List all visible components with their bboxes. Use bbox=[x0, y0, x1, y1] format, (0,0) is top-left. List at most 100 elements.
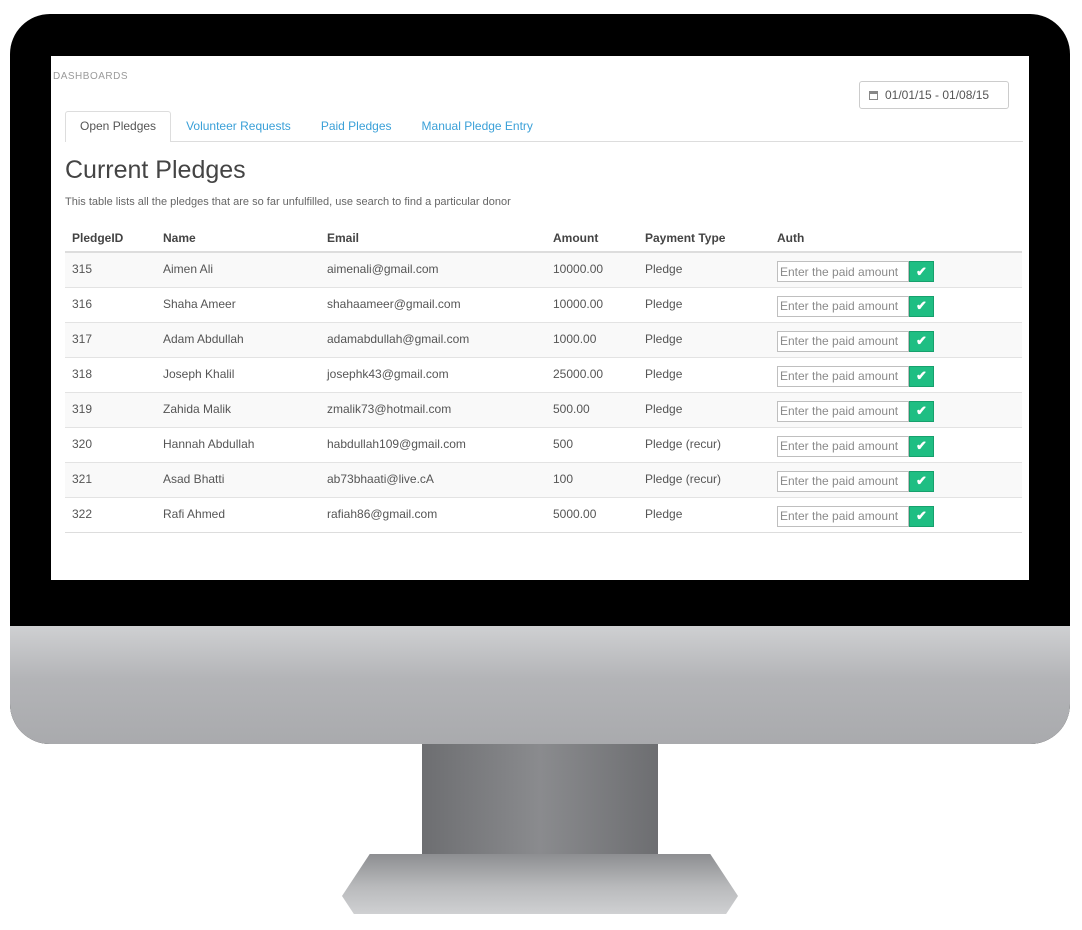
monitor-stand-neck bbox=[422, 744, 658, 864]
confirm-payment-button[interactable]: ✔ bbox=[909, 330, 934, 352]
cell-auth: ✔ bbox=[770, 391, 1022, 427]
confirm-payment-button[interactable]: ✔ bbox=[909, 400, 934, 422]
tab-bar: Open Pledges Volunteer Requests Paid Ple… bbox=[65, 111, 1023, 142]
cell-auth: ✔ bbox=[770, 356, 1022, 392]
cell-amount: 500 bbox=[546, 426, 638, 462]
table-body: 315 Aimen Ali aimenali@gmail.com 10000.00 Pl… bbox=[65, 251, 1022, 533]
auth-control: ✔ bbox=[777, 505, 1022, 527]
paid-amount-input[interactable] bbox=[777, 365, 909, 387]
cell-amount: 100 bbox=[546, 461, 638, 497]
table-row: 316 Shaha Ameer shahaameer@gmail.com 10000.… bbox=[65, 286, 1022, 322]
cell-payment-type: Pledge bbox=[638, 286, 770, 322]
confirm-payment-button[interactable]: ✔ bbox=[909, 505, 934, 527]
paid-amount-input[interactable] bbox=[777, 261, 909, 282]
table-row: 317 Adam Abdullah adamabdullah@gmail.com 10… bbox=[65, 321, 1022, 357]
confirm-payment-button[interactable]: ✔ bbox=[909, 435, 934, 457]
column-header-pledgeid[interactable]: PledgeID bbox=[65, 224, 156, 253]
auth-control: ✔ bbox=[777, 470, 1022, 492]
paid-amount-input[interactable] bbox=[777, 330, 909, 352]
cell-email: habdullah109@gmail.com bbox=[320, 426, 546, 462]
cell-name: Zahida Malik bbox=[156, 391, 320, 427]
table-row: 322 Rafi Ahmed rafiah86@gmail.com 5000.00 Pl… bbox=[65, 496, 1022, 533]
paid-amount-input[interactable] bbox=[777, 295, 909, 317]
cell-email: adamabdullah@gmail.com bbox=[320, 321, 546, 357]
tab-manual-pledge-entry[interactable]: Manual Pledge Entry bbox=[407, 111, 548, 141]
cell-auth: ✔ bbox=[770, 286, 1022, 322]
cell-auth: ✔ bbox=[770, 496, 1022, 533]
check-icon: ✔ bbox=[916, 508, 927, 523]
tab-volunteer-requests[interactable]: Volunteer Requests bbox=[171, 111, 306, 141]
column-header-payment-type[interactable]: Payment Type bbox=[638, 224, 770, 253]
column-header-amount[interactable]: Amount bbox=[546, 224, 638, 253]
calendar-icon bbox=[869, 90, 878, 100]
cell-auth: ✔ bbox=[770, 426, 1022, 462]
cell-amount: 25000.00 bbox=[546, 356, 638, 392]
cell-auth: ✔ bbox=[770, 251, 1022, 287]
cell-payment-type: Pledge bbox=[638, 251, 770, 287]
cell-amount: 500.00 bbox=[546, 391, 638, 427]
cell-amount: 1000.00 bbox=[546, 321, 638, 357]
check-icon: ✔ bbox=[916, 298, 927, 313]
cell-name: Joseph Khalil bbox=[156, 356, 320, 392]
cell-payment-type: Pledge bbox=[638, 391, 770, 427]
table-row: 318 Joseph Khalil josephk43@gmail.com 25000… bbox=[65, 356, 1022, 392]
auth-control: ✔ bbox=[777, 330, 1022, 352]
auth-control: ✔ bbox=[777, 400, 1022, 422]
cell-email: ab73bhaati@live.cA bbox=[320, 461, 546, 497]
table-row: 320 Hannah Abdullah habdullah109@gmail.com… bbox=[65, 426, 1022, 462]
cell-amount: 5000.00 bbox=[546, 496, 638, 533]
check-icon: ✔ bbox=[916, 333, 927, 348]
cell-name: Asad Bhatti bbox=[156, 461, 320, 497]
monitor-stand-base bbox=[342, 854, 738, 914]
confirm-payment-button[interactable]: ✔ bbox=[909, 470, 934, 492]
cell-name: Shaha Ameer bbox=[156, 286, 320, 322]
page-description: This table lists all the pledges that ar… bbox=[65, 196, 511, 208]
cell-name: Rafi Ahmed bbox=[156, 496, 320, 533]
auth-control: ✔ bbox=[777, 295, 1022, 317]
cell-payment-type: Pledge (recur) bbox=[638, 426, 770, 462]
cell-pledgeid: 322 bbox=[65, 496, 156, 533]
confirm-payment-button[interactable]: ✔ bbox=[909, 365, 934, 387]
auth-control: ✔ bbox=[777, 365, 1022, 387]
cell-auth: ✔ bbox=[770, 461, 1022, 497]
paid-amount-input[interactable] bbox=[777, 505, 909, 527]
table-header-row: PledgeID Name Email Amount Payment Type … bbox=[65, 224, 1022, 253]
cell-email: aimenali@gmail.com bbox=[320, 251, 546, 287]
table-row: 315 Aimen Ali aimenali@gmail.com 10000.00 Pl… bbox=[65, 251, 1022, 287]
cell-pledgeid: 320 bbox=[65, 426, 156, 462]
table-row: 319 Zahida Malik zmalik73@hotmail.com 500.0… bbox=[65, 391, 1022, 427]
date-range-value: 01/01/15 - 01/08/15 bbox=[885, 88, 990, 102]
cell-pledgeid: 319 bbox=[65, 391, 156, 427]
check-icon: ✔ bbox=[916, 438, 927, 453]
confirm-payment-button[interactable]: ✔ bbox=[909, 295, 934, 317]
check-icon: ✔ bbox=[916, 403, 927, 418]
cell-email: zmalik73@hotmail.com bbox=[320, 391, 546, 427]
check-icon: ✔ bbox=[916, 473, 927, 488]
date-range-picker[interactable]: 01/01/15 - 01/08/15 bbox=[859, 81, 1009, 109]
cell-email: josephk43@gmail.com bbox=[320, 356, 546, 392]
check-icon: ✔ bbox=[916, 263, 927, 279]
tab-open-pledges[interactable]: Open Pledges bbox=[65, 111, 172, 142]
column-header-name[interactable]: Name bbox=[156, 224, 320, 253]
cell-name: Adam Abdullah bbox=[156, 321, 320, 357]
cell-pledgeid: 321 bbox=[65, 461, 156, 497]
monitor-chin bbox=[10, 626, 1070, 744]
confirm-payment-button[interactable]: ✔ bbox=[909, 261, 934, 282]
tab-paid-pledges[interactable]: Paid Pledges bbox=[306, 111, 407, 141]
paid-amount-input[interactable] bbox=[777, 435, 909, 457]
pledges-table: PledgeID Name Email Amount Payment Type … bbox=[65, 224, 1022, 533]
cell-payment-type: Pledge bbox=[638, 496, 770, 533]
cell-pledgeid: 318 bbox=[65, 356, 156, 392]
cell-auth: ✔ bbox=[770, 321, 1022, 357]
screen: DASHBOARDS 01/01/15 - 01/08/15 Open Pled… bbox=[51, 56, 1029, 580]
breadcrumb[interactable]: DASHBOARDS bbox=[53, 71, 128, 82]
column-header-email[interactable]: Email bbox=[320, 224, 546, 253]
paid-amount-input[interactable] bbox=[777, 400, 909, 422]
cell-payment-type: Pledge (recur) bbox=[638, 461, 770, 497]
check-icon: ✔ bbox=[916, 368, 927, 383]
cell-pledgeid: 317 bbox=[65, 321, 156, 357]
cell-amount: 10000.00 bbox=[546, 286, 638, 322]
auth-control: ✔ bbox=[777, 435, 1022, 457]
paid-amount-input[interactable] bbox=[777, 470, 909, 492]
table-row: 321 Asad Bhatti ab73bhaati@live.cA 100 Pledg… bbox=[65, 461, 1022, 497]
